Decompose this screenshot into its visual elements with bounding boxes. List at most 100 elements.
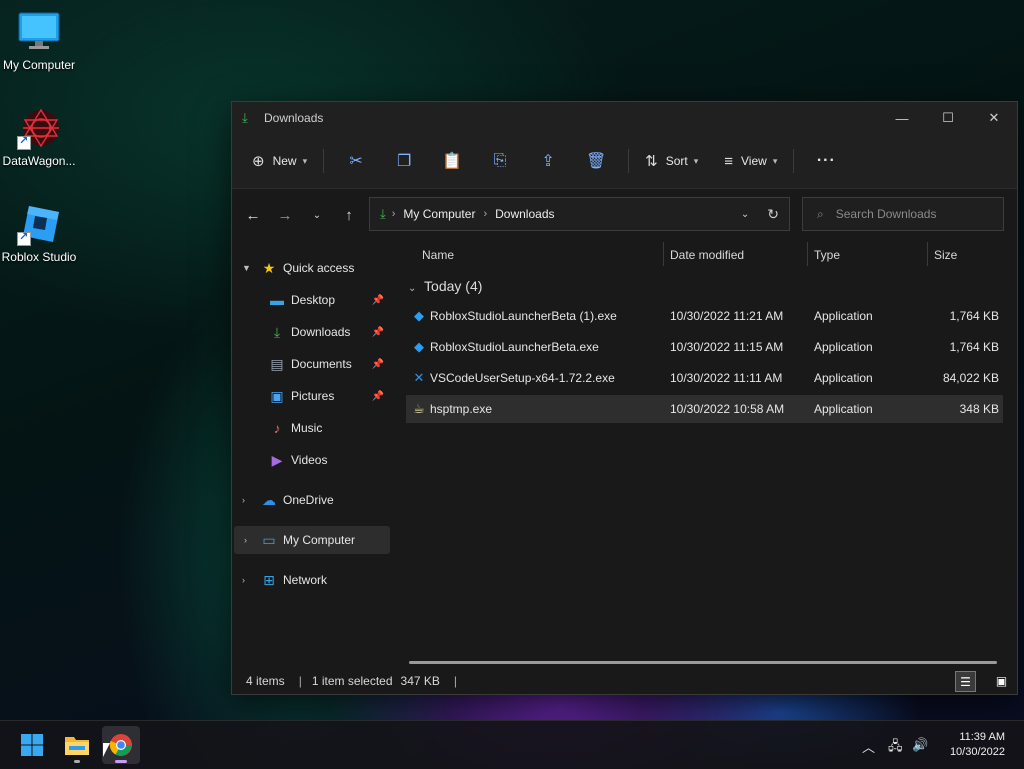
nav-videos[interactable]: ▶ Videos	[232, 446, 388, 474]
column-divider[interactable]	[663, 242, 664, 266]
column-header-size[interactable]: Size	[934, 240, 957, 270]
nav-network[interactable]: › ⊞ Network	[232, 566, 388, 594]
nav-label: Videos	[291, 453, 328, 467]
search-box[interactable]: ⌕ Search Downloads	[802, 197, 1004, 231]
window-controls: — ☐ ✕	[879, 102, 1017, 134]
chevron-down-icon: ▾	[693, 155, 699, 166]
monitor-icon	[17, 10, 61, 54]
desktop-icon-datawagon[interactable]: DataWagon...	[0, 106, 78, 168]
column-header-date[interactable]: Date modified	[670, 240, 744, 270]
file-row-selected[interactable]: ☕ hsptmp.exe 10/30/2022 10:58 AM Applica…	[406, 395, 1003, 423]
file-type: Application	[814, 402, 873, 416]
clock-time: 11:39 AM	[959, 731, 1005, 743]
rename-icon[interactable]: ⎘	[476, 152, 524, 170]
file-explorer-taskbar-button[interactable]	[58, 726, 96, 764]
copy-icon[interactable]: ❐	[380, 151, 428, 171]
selection-count: 1 item selected	[311, 674, 393, 688]
selection-size: 347 KB	[400, 674, 440, 688]
mouse-cursor-icon	[103, 743, 110, 757]
taskbar-clock[interactable]: 11:39 AM 10/30/2022	[950, 730, 1005, 760]
nav-desktop[interactable]: ▬ Desktop 📌	[232, 286, 388, 314]
new-button[interactable]: ⊕ New ▾	[244, 145, 315, 177]
title-bar[interactable]: ⤓ Downloads — ☐ ✕	[232, 102, 1017, 134]
file-explorer-window: ⤓ Downloads — ☐ ✕ ⊕ New ▾ ✂ ❐ 📋 ⎘ ⇪ 🗑 ⇅ …	[231, 101, 1018, 695]
file-name: hsptmp.exe	[430, 402, 493, 416]
sort-label: Sort	[665, 154, 688, 168]
pin-icon[interactable]: 📌	[372, 359, 384, 370]
view-label: View	[741, 154, 767, 168]
delete-icon[interactable]: 🗑	[572, 151, 620, 171]
file-row[interactable]: ✕ VSCodeUserSetup-x64-1.72.2.exe 10/30/2…	[406, 364, 1003, 392]
breadcrumb-my-computer[interactable]: My Computer	[403, 207, 475, 221]
file-date: 10/30/2022 11:21 AM	[670, 309, 784, 323]
monitor-icon: ▭	[262, 531, 276, 548]
file-type: Application	[814, 340, 873, 354]
view-button[interactable]: ≡ View ▾	[716, 145, 785, 177]
desktop-icon-label: DataWagon...	[2, 154, 76, 168]
nav-label: Desktop	[291, 293, 336, 307]
share-icon[interactable]: ⇪	[524, 151, 572, 171]
tiles-view-icon[interactable]: ▣	[992, 671, 1011, 690]
back-arrow-icon[interactable]: ←	[237, 207, 269, 224]
column-header-name[interactable]: Name	[422, 240, 454, 270]
pin-icon[interactable]: 📌	[372, 327, 384, 338]
minimize-button[interactable]: —	[879, 102, 925, 134]
desktop-icon-roblox-studio[interactable]: Roblox Studio	[0, 202, 78, 264]
nav-downloads[interactable]: ⤓ Downloads 📌	[232, 318, 388, 346]
view-lines-icon: ≡	[724, 152, 734, 170]
toolbar-divider	[793, 149, 795, 173]
nav-label: Downloads	[291, 325, 351, 339]
address-bar[interactable]: ⤓ › My Computer › Downloads ⌄ ↻	[369, 197, 790, 231]
nav-label: Pictures	[291, 389, 335, 403]
nav-label: Documents	[291, 357, 352, 371]
start-icon	[21, 734, 43, 756]
close-button[interactable]: ✕	[971, 102, 1017, 134]
file-row[interactable]: ◆ RobloxStudioLauncherBeta.exe 10/30/202…	[406, 333, 1003, 361]
recent-locations-chevron-icon[interactable]: ⌄	[301, 210, 333, 221]
nav-documents[interactable]: ▤ Documents 📌	[232, 350, 388, 378]
more-options-icon[interactable]: ···	[802, 152, 850, 170]
address-dropdown-chevron-icon[interactable]: ⌄	[741, 209, 749, 220]
nav-label: My Computer	[283, 533, 356, 547]
breadcrumb-downloads[interactable]: Downloads	[495, 207, 554, 221]
forward-arrow-icon[interactable]: →	[269, 207, 301, 224]
file-row[interactable]: ◆ RobloxStudioLauncherBeta (1).exe 10/30…	[406, 302, 1003, 330]
file-date: 10/30/2022 10:58 AM	[670, 402, 785, 416]
paste-icon[interactable]: 📋	[428, 151, 476, 171]
downloads-folder-icon: ⤓	[273, 323, 281, 340]
shortcut-arrow-icon	[17, 134, 31, 150]
chrome-icon	[109, 734, 132, 756]
column-header-type[interactable]: Type	[814, 240, 840, 270]
group-header[interactable]: ⌄ Today (4)	[408, 278, 482, 294]
network-status-icon[interactable]: 🖧	[888, 737, 903, 759]
nav-label: Music	[291, 421, 323, 435]
volume-icon[interactable]: 🔊	[912, 737, 928, 753]
column-divider[interactable]	[927, 242, 928, 266]
nav-my-computer[interactable]: › ▭ My Computer	[234, 526, 390, 554]
chevron-down-icon: ▾	[302, 155, 308, 166]
horizontal-scrollbar[interactable]	[409, 661, 997, 664]
column-divider[interactable]	[807, 242, 808, 266]
show-hidden-icons-chevron-icon[interactable]: ︿	[862, 737, 875, 756]
nav-music[interactable]: ♪ Music	[232, 414, 388, 442]
videos-folder-icon: ▶	[271, 451, 283, 468]
nav-onedrive[interactable]: › ☁ OneDrive	[232, 486, 388, 514]
nav-quick-access[interactable]: ▼ ★ Quick access	[232, 254, 388, 282]
file-date: 10/30/2022 11:15 AM	[670, 340, 784, 354]
file-size: 1,764 KB	[949, 340, 999, 354]
refresh-icon[interactable]: ↻	[767, 206, 779, 223]
desktop-icon-my-computer[interactable]: My Computer	[0, 10, 78, 72]
cut-icon[interactable]: ✂	[332, 151, 380, 171]
nav-pictures[interactable]: ▣ Pictures 📌	[232, 382, 388, 410]
maximize-button[interactable]: ☐	[925, 102, 971, 134]
start-button[interactable]	[13, 726, 51, 764]
pin-icon[interactable]: 📌	[372, 391, 384, 402]
sort-button[interactable]: ⇅ Sort ▾	[637, 145, 706, 177]
pin-icon[interactable]: 📌	[372, 295, 384, 306]
up-arrow-icon[interactable]: ↑	[333, 207, 365, 224]
music-folder-icon: ♪	[273, 420, 281, 436]
running-indicator	[74, 760, 80, 763]
file-date: 10/30/2022 11:11 AM	[670, 371, 783, 385]
details-view-icon[interactable]: ☰	[955, 671, 976, 692]
search-placeholder: Search Downloads	[835, 207, 937, 221]
